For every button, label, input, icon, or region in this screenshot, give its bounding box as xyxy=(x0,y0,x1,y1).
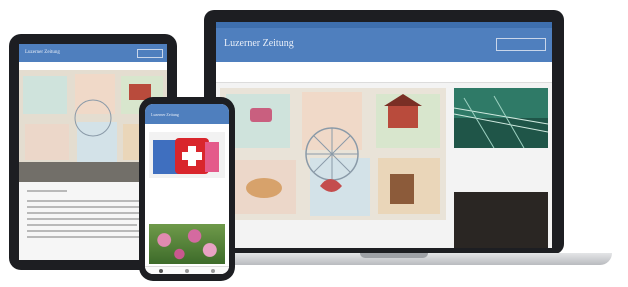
phone-flowers-image[interactable] xyxy=(149,224,225,264)
laptop-nav-bar xyxy=(216,62,552,83)
text-line xyxy=(27,190,67,192)
hero-illustration xyxy=(220,88,446,220)
text-line xyxy=(27,218,157,220)
laptop-advertisement[interactable] xyxy=(454,192,548,248)
tablet-site-logo[interactable]: Luzerner Zeitung xyxy=(25,50,60,55)
laptop-hero-image[interactable] xyxy=(220,88,446,220)
laptop-screen: Luzerner Zeitung xyxy=(216,22,552,248)
phone-bottom-bar xyxy=(145,266,229,274)
phone-lead-image[interactable] xyxy=(149,132,225,178)
text-line xyxy=(27,212,151,214)
text-line xyxy=(27,236,145,238)
phone-site-logo[interactable]: Luzerner Zeitung xyxy=(151,112,179,117)
laptop-login-button[interactable] xyxy=(496,38,546,51)
text-line xyxy=(27,200,147,202)
laptop-site-logo[interactable]: Luzerner Zeitung xyxy=(224,38,294,49)
stadium-image xyxy=(453,88,549,149)
profile-icon[interactable] xyxy=(211,269,215,273)
phone-screen: Luzerner Zeitung xyxy=(145,104,229,274)
section-icon[interactable] xyxy=(185,269,189,273)
laptop-side-story-image[interactable] xyxy=(453,88,549,149)
flag-graphic xyxy=(149,132,225,178)
tablet-login-button[interactable] xyxy=(137,49,163,58)
home-icon[interactable] xyxy=(159,269,163,273)
laptop-notch xyxy=(360,253,428,258)
text-line xyxy=(27,206,155,208)
text-line xyxy=(27,224,137,226)
text-line xyxy=(27,230,153,232)
